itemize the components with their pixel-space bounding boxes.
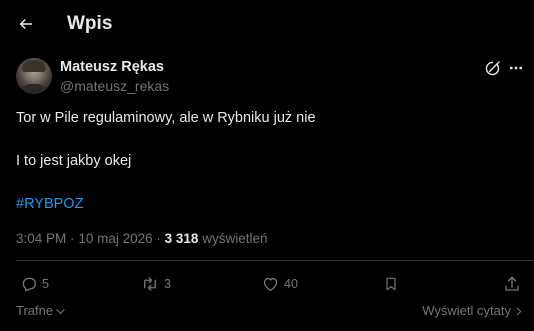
divider xyxy=(16,260,534,261)
author-display-name[interactable]: Mateusz Rękas xyxy=(60,59,164,76)
heart-icon xyxy=(263,277,278,292)
avatar-shoulders xyxy=(18,84,50,94)
reply-button[interactable]: 5 xyxy=(20,274,49,294)
repost-count: 3 xyxy=(164,277,171,291)
reply-icon xyxy=(22,277,37,292)
like-count: 40 xyxy=(284,277,298,291)
reply-count: 5 xyxy=(42,277,49,291)
sort-label: Trafne xyxy=(16,303,54,318)
page-title: Wpis xyxy=(67,13,113,34)
tweet-text-line: Tor w Pile regulaminowy, ale w Rybniku j… xyxy=(16,110,316,126)
sort-dropdown[interactable]: Trafne xyxy=(16,303,66,319)
back-button[interactable] xyxy=(10,8,42,40)
views-label: wyświetleń xyxy=(202,231,268,246)
tweet-date[interactable]: 10 maj 2026 xyxy=(78,231,152,246)
repost-icon xyxy=(144,277,156,291)
grok-button[interactable] xyxy=(482,58,502,78)
top-bar: Wpis xyxy=(0,0,534,48)
share-icon xyxy=(505,276,519,291)
author-handle[interactable]: @mateusz_rekas xyxy=(60,78,169,95)
more-options-button[interactable] xyxy=(506,58,526,78)
view-quotes-label: Wyświetl cytaty xyxy=(422,303,511,318)
like-button[interactable]: 40 xyxy=(261,274,298,294)
tweet-meta: 3:04 PM · 10 maj 2026 · 3 318 wyświetleń xyxy=(16,230,268,247)
views-count: 3 318 xyxy=(164,231,199,246)
chevron-down-icon xyxy=(56,308,65,314)
avatar[interactable] xyxy=(16,58,52,94)
share-button[interactable] xyxy=(503,274,521,294)
hashtag-link[interactable]: #RYBPOZ xyxy=(16,195,83,213)
more-horizontal-icon xyxy=(510,66,522,70)
bookmark-icon xyxy=(386,277,396,291)
tweet-time[interactable]: 3:04 PM xyxy=(16,231,66,246)
bookmark-button[interactable] xyxy=(383,274,399,294)
view-quotes-link[interactable]: Wyświetl cytaty xyxy=(422,303,524,319)
meta-separator: · xyxy=(156,231,161,246)
arrow-left-icon xyxy=(19,18,32,30)
repost-button[interactable]: 3 xyxy=(140,274,171,294)
chevron-right-icon xyxy=(516,307,522,315)
avatar-hair xyxy=(22,60,46,72)
meta-separator: · xyxy=(70,231,75,246)
tweet-text-line: I to jest jakby okej xyxy=(16,153,132,169)
grok-icon xyxy=(485,60,500,75)
